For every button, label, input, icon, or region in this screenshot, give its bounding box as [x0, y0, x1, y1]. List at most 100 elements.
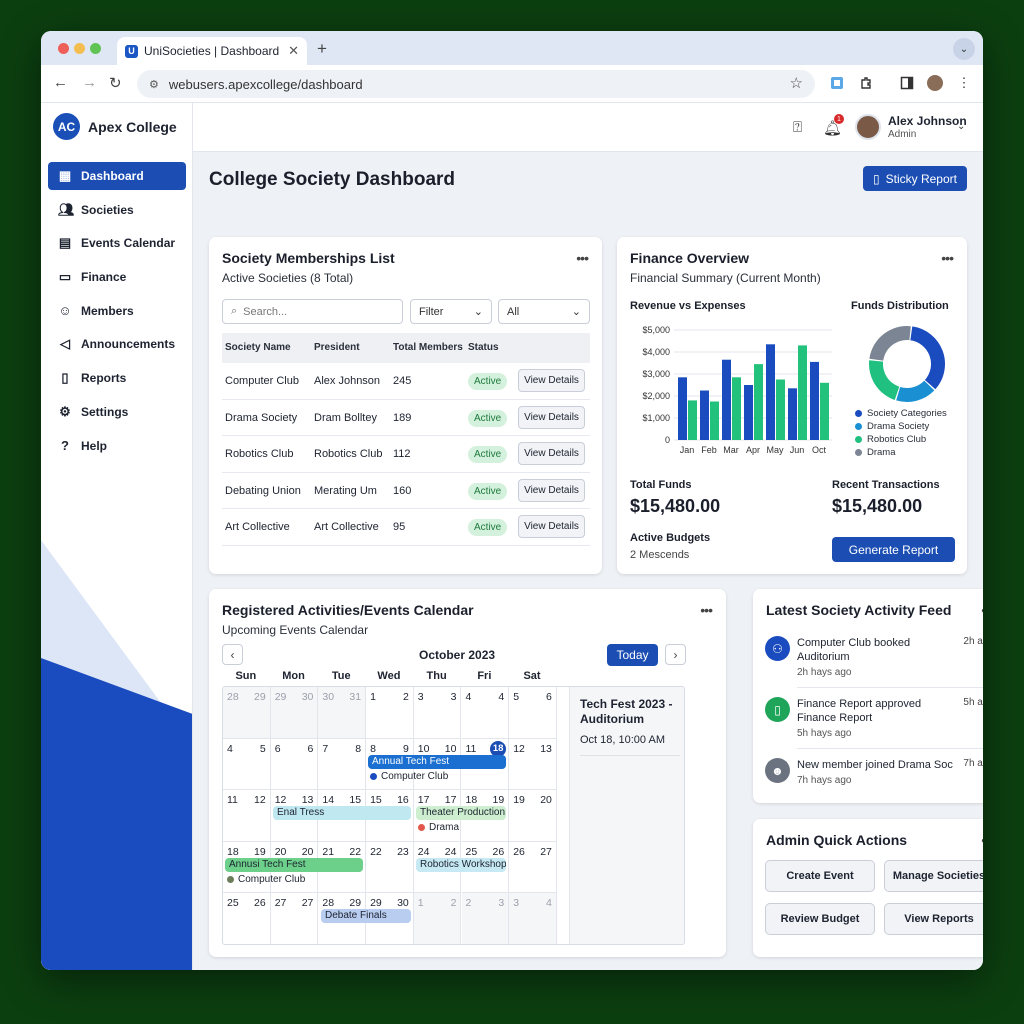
sidebar-item-reports[interactable]: ▯ Reports: [48, 364, 186, 392]
puzzle-extensions-icon[interactable]: [856, 73, 876, 93]
day-number: 18: [227, 845, 239, 858]
sidebar-item-societies[interactable]: 👥︎ Societies: [48, 196, 186, 224]
avatar[interactable]: [855, 114, 881, 140]
calendar-day-cell[interactable]: 12: [366, 687, 414, 739]
back-arrow-icon[interactable]: ←: [53, 74, 68, 91]
review-budget-button[interactable]: Review Budget: [765, 903, 875, 935]
calendar-day-cell[interactable]: 22 23: [366, 841, 414, 894]
reload-icon[interactable]: ↻: [109, 74, 122, 92]
feed-item[interactable]: ☻ New member joined Drama Soc 7h hays ago 7…: [765, 758, 983, 808]
day-number: 19: [492, 794, 505, 807]
event-annusi-tech-fest[interactable]: Annusi Tech Fest: [225, 858, 363, 872]
more-options-icon[interactable]: •••: [941, 250, 954, 266]
sidebar-item-finance[interactable]: ▭ Finance: [48, 263, 186, 291]
grid-icon: ▦: [58, 168, 72, 183]
calendar-day-cell[interactable]: 23: [461, 893, 510, 944]
calendar-day-cell[interactable]: 29 30: [270, 687, 319, 739]
sidebar-panel-icon[interactable]: [897, 73, 917, 93]
calendar-day-cell[interactable]: 34: [509, 893, 557, 944]
browser-menu-icon[interactable]: ⋮: [954, 73, 974, 93]
calendar-day-cell[interactable]: 78: [318, 738, 367, 791]
generate-report-button[interactable]: Generate Report: [832, 537, 955, 562]
minimize-window-button[interactable]: [74, 43, 85, 54]
sidebar-item-members[interactable]: ☺ Members: [48, 297, 186, 325]
view-reports-button[interactable]: View Reports: [884, 903, 983, 935]
view-details-button[interactable]: View Details: [518, 369, 585, 392]
sticky-report-button[interactable]: ▯ Sticky Report: [863, 166, 967, 191]
close-window-button[interactable]: [58, 43, 69, 54]
sidebar-item-dashboard[interactable]: ▦ Dashboard: [48, 162, 186, 190]
column-header: Total Members: [393, 342, 463, 353]
close-tab-icon[interactable]: ✕: [288, 43, 299, 59]
event-annual-tech-fest[interactable]: Annual Tech Fest: [368, 755, 506, 769]
feed-item[interactable]: ▯ Finance Report approved Finance Report 5…: [765, 697, 983, 749]
calendar-day-cell[interactable]: 25 26: [223, 893, 271, 944]
sidebar-item-events-calendar[interactable]: ▤ Events Calendar: [48, 229, 186, 257]
search-input[interactable]: ⌕ Search...: [222, 299, 403, 324]
calendar-day-cell[interactable]: 28 29: [223, 687, 271, 739]
site-settings-icon[interactable]: ⚙: [149, 78, 159, 91]
bell-icon[interactable]: 🔔︎ 1: [823, 114, 844, 137]
profile-avatar-icon[interactable]: [925, 73, 945, 93]
event-debate-finals[interactable]: Debate Finals: [321, 909, 411, 923]
more-options-icon[interactable]: •••: [981, 602, 983, 618]
address-bar[interactable]: ⚙ webusers.apexcollege/dashboard ☆: [137, 70, 815, 98]
view-details-button[interactable]: View Details: [518, 478, 585, 502]
calendar-day-cell[interactable]: 19 20: [509, 790, 557, 842]
view-details-button[interactable]: View Details: [518, 442, 585, 465]
more-options-icon[interactable]: •••: [700, 602, 713, 618]
event-theater-production[interactable]: Theater Production: [416, 806, 506, 820]
sidebar-item-announcements[interactable]: ◁ Announcements: [48, 330, 186, 358]
user-add-icon: ☻: [765, 758, 790, 783]
manage-societies-button[interactable]: Manage Societies: [884, 860, 983, 892]
new-tab-button[interactable]: +: [317, 39, 327, 59]
previous-month-button[interactable]: ‹: [222, 644, 243, 665]
brand[interactable]: AC Apex College: [53, 113, 177, 140]
sidebar-item-label: Settings: [81, 404, 129, 419]
calendar-day-cell[interactable]: 44: [461, 687, 510, 739]
members-cell: 112: [393, 448, 411, 460]
extension-icon[interactable]: [827, 73, 847, 93]
gear-icon: ⚙: [59, 403, 71, 419]
calendar-day-cell[interactable]: 30 31: [318, 687, 367, 739]
calendar-day-cell[interactable]: 33: [413, 687, 462, 739]
calendar-day-cell[interactable]: 27 27: [270, 893, 319, 944]
view-details-button[interactable]: View Details: [518, 405, 585, 429]
create-event-button[interactable]: Create Event: [765, 860, 875, 892]
next-month-button[interactable]: ›: [665, 644, 686, 665]
browser-tab[interactable]: U UniSocieties | Dashboard - Ap ✕: [117, 37, 307, 65]
event-enal-tress[interactable]: Enal Tress: [273, 806, 411, 820]
calendar-day-cell[interactable]: 26 27: [509, 841, 557, 894]
event-robotics-workshop[interactable]: Robotics Workshop: [416, 858, 506, 872]
sidebar-item-help[interactable]: ? Help: [48, 432, 186, 460]
y-tick-label: $1,000: [642, 413, 670, 423]
forward-arrow-icon[interactable]: →: [82, 74, 97, 91]
calendar-day-cell[interactable]: 56: [509, 687, 557, 739]
more-options-icon[interactable]: •••: [981, 832, 983, 848]
weekday-label: Sat: [523, 670, 541, 682]
calendar-day-cell[interactable]: 11 12: [223, 790, 271, 842]
view-details-button[interactable]: View Details: [518, 515, 585, 538]
maximize-window-button[interactable]: [90, 43, 101, 54]
calendar-day-cell[interactable]: 66: [270, 738, 319, 791]
column-header: President: [314, 342, 360, 353]
all-dropdown[interactable]: All ⌄: [498, 299, 590, 324]
filter-dropdown[interactable]: Filter ⌄: [410, 299, 492, 324]
chevron-down-icon[interactable]: ⌄: [957, 121, 965, 132]
help-chat-icon[interactable]: ⍰: [793, 119, 802, 136]
sidebar-item-label: Finance: [81, 270, 127, 285]
more-options-icon[interactable]: •••: [576, 250, 589, 266]
feed-item[interactable]: ⚇ Computer Club booked Auditorium 2h hays …: [765, 636, 983, 688]
today-button[interactable]: Today: [607, 644, 658, 666]
calendar-day-cell[interactable]: 12 13: [509, 738, 557, 791]
feed-time: 7h ago: [963, 758, 983, 769]
tab-search-chevron-icon[interactable]: ⌄: [953, 38, 975, 60]
user-name[interactable]: Alex Johnson: [888, 114, 967, 128]
members-cell: 245: [393, 375, 412, 387]
calendar-day-cell[interactable]: 45: [223, 738, 271, 791]
day-number: 17: [417, 794, 430, 807]
chart-legend: Society Categories Drama Society Robotics …: [855, 407, 947, 459]
calendar-day-cell[interactable]: 12: [413, 893, 462, 944]
bookmark-star-icon[interactable]: ☆: [790, 74, 803, 92]
sidebar-item-settings[interactable]: ⚙ Settings: [48, 398, 186, 426]
